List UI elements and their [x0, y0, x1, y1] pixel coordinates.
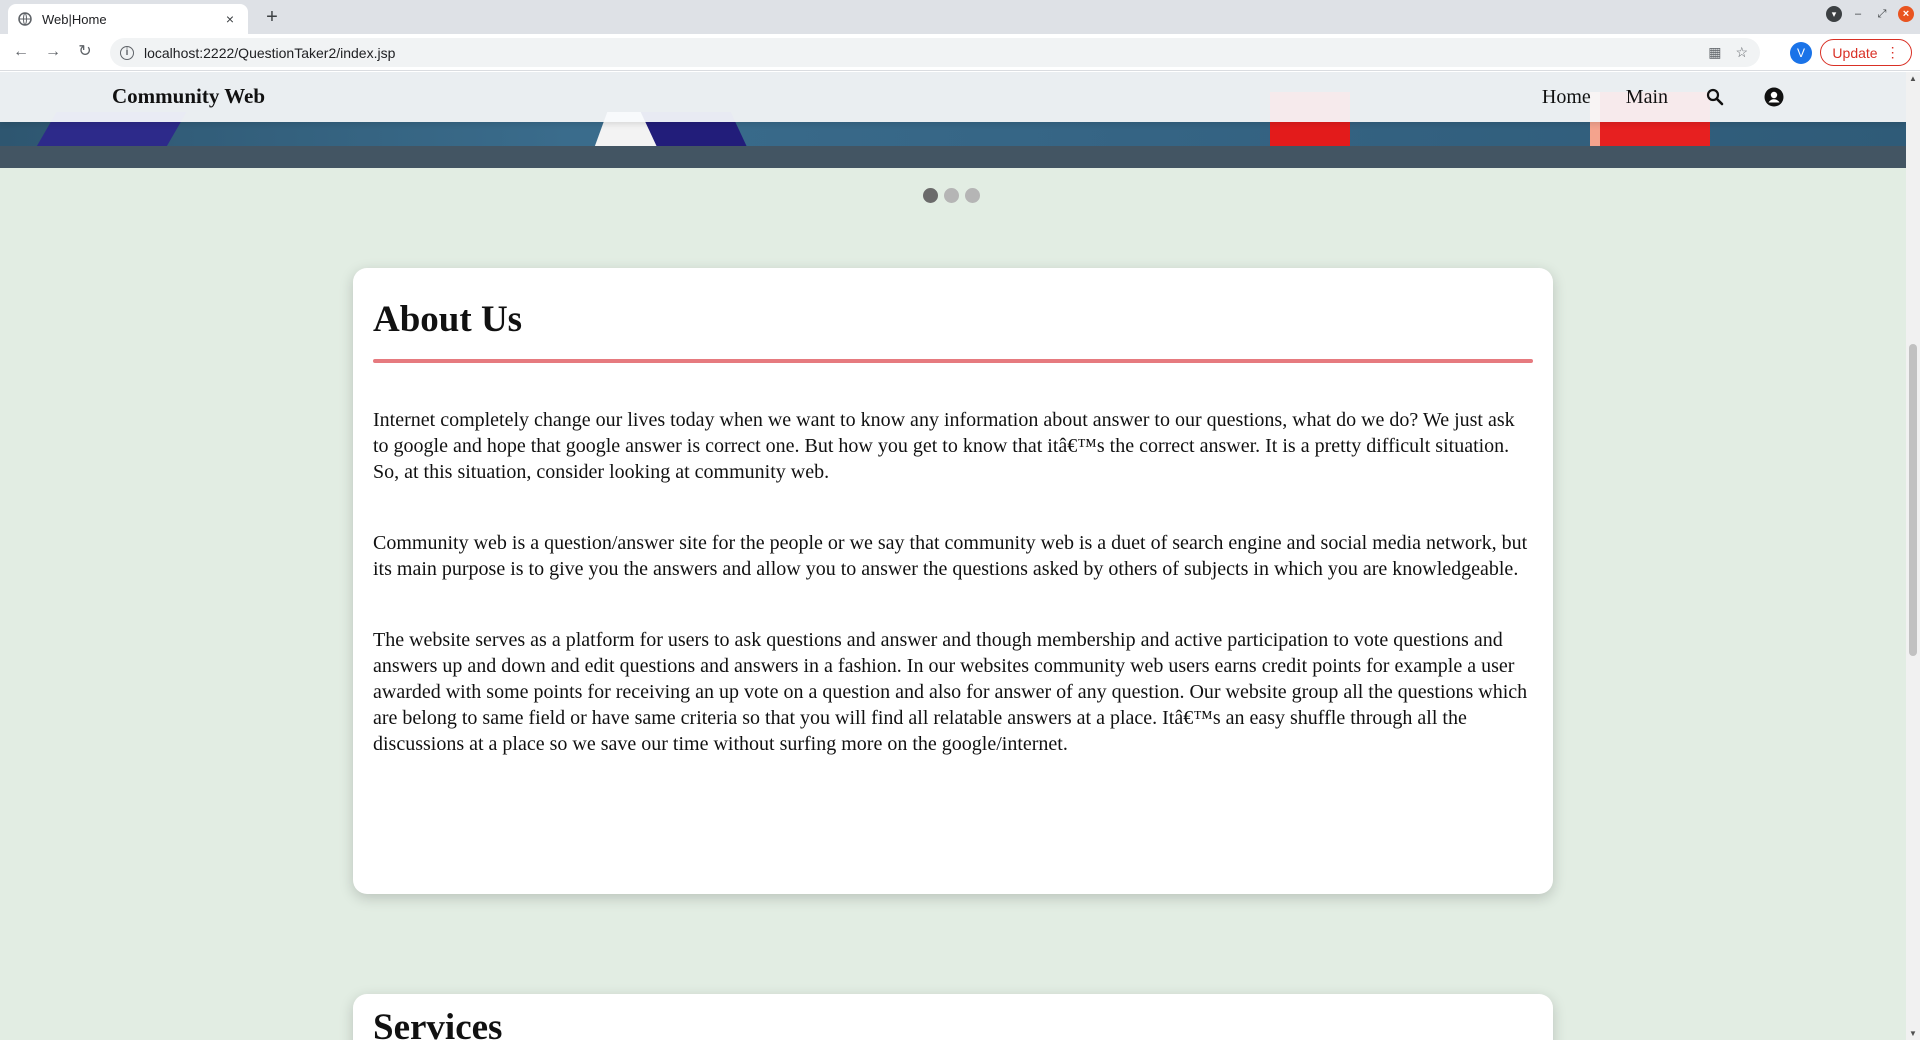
about-title: About Us	[373, 299, 523, 340]
search-icon[interactable]	[1703, 85, 1727, 109]
services-title: Services	[373, 1007, 503, 1040]
update-label: Update	[1832, 44, 1878, 61]
about-paragraph: Internet completely change our lives tod…	[373, 409, 1515, 483]
carousel-indicators	[923, 188, 980, 203]
forward-arrow-icon[interactable]: →	[42, 41, 64, 63]
update-button[interactable]: Update ⋮	[1820, 39, 1912, 66]
new-tab-button[interactable]: +	[260, 6, 284, 30]
close-window-icon[interactable]: ×	[1898, 6, 1914, 22]
nav-links: Home Main	[1507, 72, 1906, 122]
page-viewport: Community Web Home Main About Us Interne…	[0, 72, 1906, 1040]
title-divider	[373, 359, 1533, 363]
url-text: localhost:2222/QuestionTaker2/index.jsp	[144, 44, 396, 61]
about-card: About Us Internet completely change our …	[353, 268, 1553, 894]
more-menu-icon: ⋮	[1885, 44, 1900, 60]
tab-title: Web|Home	[42, 11, 107, 27]
browser-tab[interactable]: Web|Home ×	[8, 4, 248, 34]
nav-home-link[interactable]: Home	[1542, 86, 1591, 109]
carousel-dot[interactable]	[923, 188, 938, 203]
account-icon[interactable]	[1762, 85, 1786, 109]
services-card: Services	[353, 994, 1553, 1040]
minimize-icon[interactable]: –	[1850, 6, 1866, 22]
back-arrow-icon[interactable]: ←	[10, 41, 32, 63]
site-brand[interactable]: Community Web	[112, 84, 265, 109]
page-scrollbar[interactable]: ▲ ▼	[1906, 72, 1920, 1040]
browser-toolbar: ← → ↻ i localhost:2222/QuestionTaker2/in…	[0, 34, 1920, 71]
scroll-up-icon[interactable]: ▲	[1908, 74, 1918, 83]
about-paragraph: Community web is a question/answer site …	[373, 532, 1528, 580]
reload-icon[interactable]: ↻	[74, 41, 96, 63]
about-paragraph: The website serves as a platform for use…	[373, 629, 1528, 755]
nav-main-link[interactable]: Main	[1626, 86, 1668, 109]
window-controls: ▾ – ⤢ ×	[1826, 6, 1914, 22]
qr-code-icon[interactable]: ▦	[1708, 44, 1721, 61]
info-icon[interactable]: i	[120, 45, 134, 60]
star-icon[interactable]: ☆	[1735, 44, 1748, 61]
scrollbar-thumb[interactable]	[1909, 344, 1917, 656]
profile-avatar[interactable]: V	[1790, 42, 1812, 64]
address-bar[interactable]: i localhost:2222/QuestionTaker2/index.js…	[110, 38, 1760, 67]
scroll-down-icon[interactable]: ▼	[1908, 1029, 1918, 1038]
carousel-dot[interactable]	[965, 188, 980, 203]
site-navbar: Community Web Home Main	[0, 72, 1906, 122]
tab-search-icon[interactable]: ▾	[1826, 6, 1842, 22]
tab-close-icon[interactable]: ×	[222, 11, 238, 27]
browser-tabbar: Web|Home × + ▾ – ⤢ ×	[0, 0, 1920, 34]
maximize-icon[interactable]: ⤢	[1874, 6, 1890, 22]
carousel-dot[interactable]	[944, 188, 959, 203]
globe-icon	[18, 12, 32, 26]
